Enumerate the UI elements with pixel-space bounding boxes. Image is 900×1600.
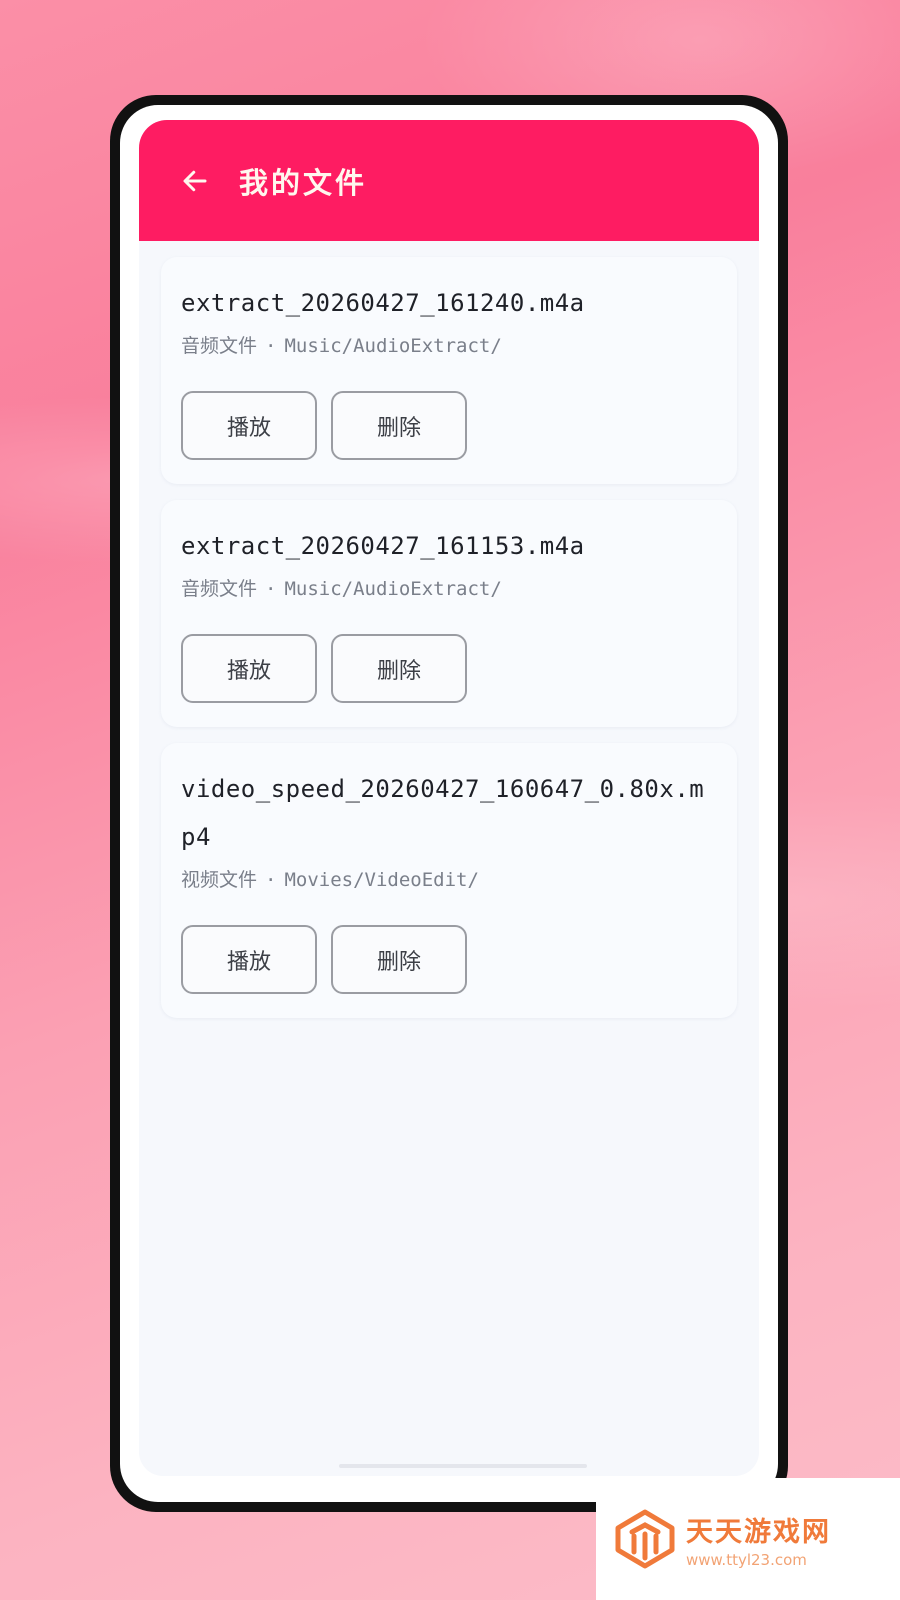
file-path: Music/AudioExtract/ <box>284 578 502 600</box>
file-card: extract_20260427_161153.m4a 音频文件 · Music/A… <box>161 500 737 727</box>
file-meta: 音频文件 · Music/AudioExtract/ <box>181 331 717 361</box>
meta-separator: · <box>265 335 277 357</box>
file-type: 音频文件 <box>181 335 258 357</box>
app-window: 我的文件 extract_20260427_161240.m4a 音频文件 · Mu… <box>139 120 759 1476</box>
app-bar: 我的文件 <box>139 120 759 241</box>
delete-button[interactable]: 删除 <box>331 634 467 703</box>
file-actions: 播放 删除 <box>181 391 717 460</box>
play-button[interactable]: 播放 <box>181 391 317 460</box>
file-name: video_speed_20260427_160647_0.80x.mp4 <box>181 775 705 851</box>
phone-screen: 我的文件 extract_20260427_161240.m4a 音频文件 · Mu… <box>120 105 778 1502</box>
play-button[interactable]: 播放 <box>181 925 317 994</box>
delete-button[interactable]: 删除 <box>331 391 467 460</box>
file-name: extract_20260427_161240.m4a <box>181 289 585 317</box>
phone-frame: 我的文件 extract_20260427_161240.m4a 音频文件 · Mu… <box>110 95 788 1512</box>
file-actions: 播放 删除 <box>181 634 717 703</box>
meta-separator: · <box>265 869 277 891</box>
play-button[interactable]: 播放 <box>181 634 317 703</box>
meta-separator: · <box>265 578 277 600</box>
watermark-text: 天天游戏网 www.ttyl23.com <box>686 1510 831 1569</box>
watermark: 天天游戏网 www.ttyl23.com <box>596 1478 900 1600</box>
arrow-left-icon <box>183 170 207 191</box>
file-type: 音频文件 <box>181 578 258 600</box>
file-card: video_speed_20260427_160647_0.80x.mp4 视频… <box>161 743 737 1018</box>
file-card: extract_20260427_161240.m4a 音频文件 · Music/A… <box>161 257 737 484</box>
file-actions: 播放 删除 <box>181 925 717 994</box>
file-meta: 视频文件 · Movies/VideoEdit/ <box>181 865 717 895</box>
watermark-url: www.ttyl23.com <box>686 1550 807 1569</box>
file-name: extract_20260427_161153.m4a <box>181 532 585 560</box>
page-title: 我的文件 <box>239 165 368 200</box>
back-button[interactable] <box>179 165 211 197</box>
file-type: 视频文件 <box>181 869 258 891</box>
file-meta: 音频文件 · Music/AudioExtract/ <box>181 574 717 604</box>
file-list: extract_20260427_161240.m4a 音频文件 · Music/A… <box>139 241 759 1018</box>
file-path: Movies/VideoEdit/ <box>284 869 479 891</box>
home-indicator[interactable] <box>339 1464 587 1468</box>
watermark-logo-icon <box>615 1509 675 1569</box>
delete-button[interactable]: 删除 <box>331 925 467 994</box>
file-path: Music/AudioExtract/ <box>284 335 502 357</box>
watermark-name: 天天游戏网 <box>686 1516 831 1548</box>
